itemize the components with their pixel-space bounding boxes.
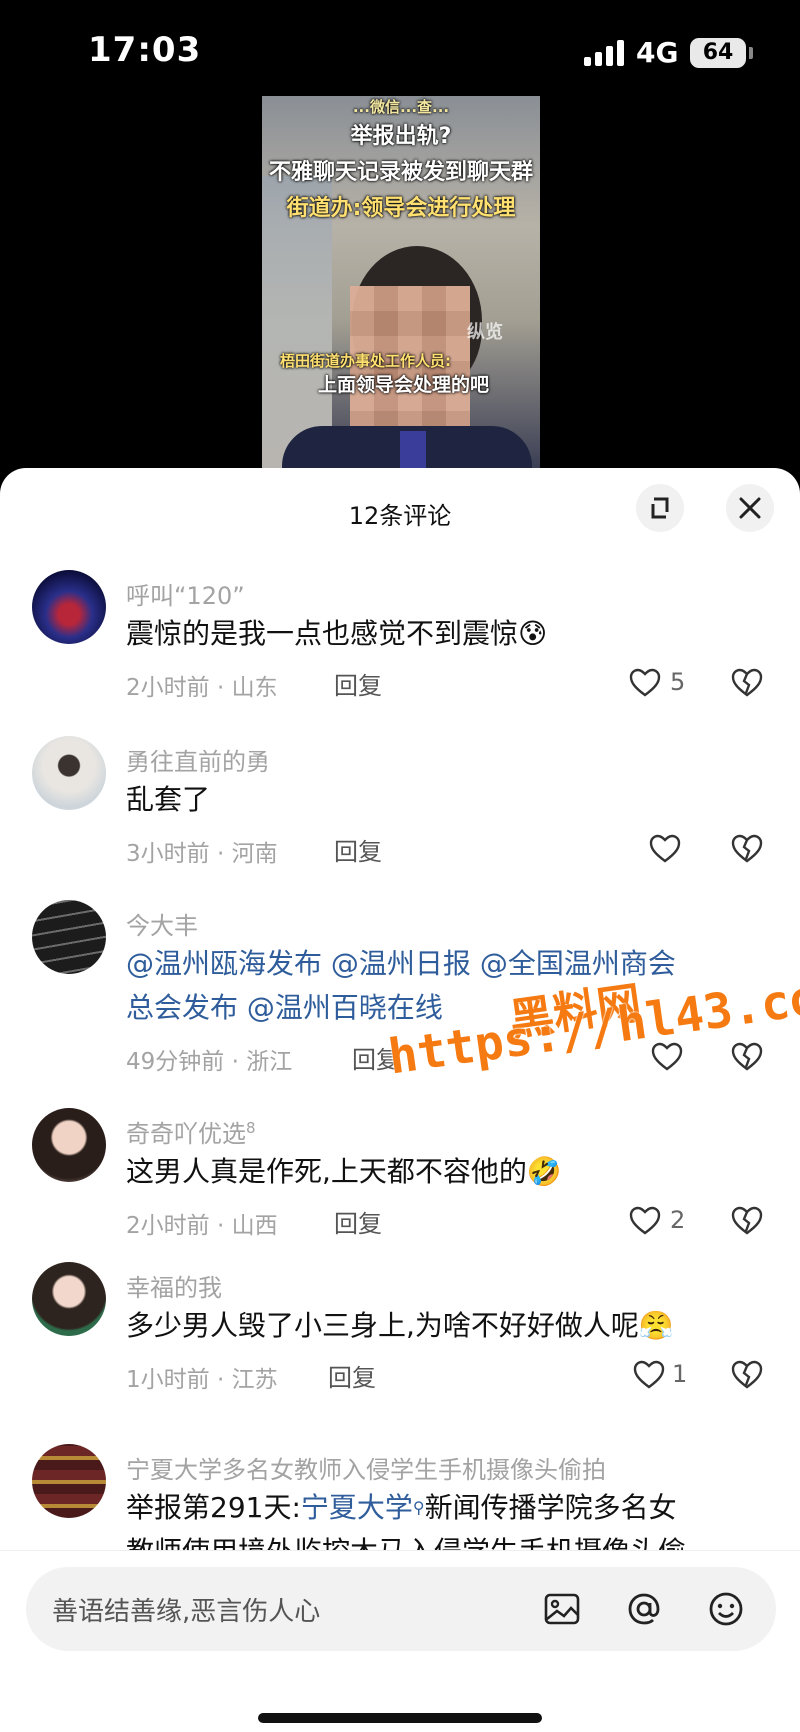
comment-text: 这男人真是作死,上天都不容他的🤣	[126, 1150, 756, 1194]
broken-heart-icon[interactable]	[730, 832, 764, 866]
broken-heart-icon[interactable]	[730, 1040, 764, 1074]
emoji-icon: 🤣	[526, 1155, 562, 1188]
video-caption-line1: 举报出轨?	[350, 124, 452, 149]
battery-tip	[749, 47, 753, 59]
heart-icon[interactable]	[648, 832, 682, 866]
avatar[interactable]	[32, 1444, 106, 1518]
comment-username[interactable]: 奇奇吖优选8	[126, 1114, 256, 1149]
signal-icon	[584, 40, 626, 66]
network-type: 4G	[636, 36, 679, 69]
comment-text: 乱套了	[126, 783, 211, 816]
video-logo: 纵览	[467, 322, 503, 343]
avatar[interactable]	[32, 1108, 106, 1182]
avatar[interactable]	[32, 736, 106, 810]
video-speaker-label: 梧田街道办事处工作人员:	[280, 352, 451, 370]
broken-heart-icon[interactable]	[730, 1358, 764, 1392]
comment-text-body: 多少男人毁了小三身上,为啥不好好做人呢	[126, 1309, 639, 1342]
at-icon[interactable]	[622, 1587, 666, 1631]
comment-meta: 49分钟前 · 浙江	[126, 1049, 293, 1075]
comment-meta: 3小时前 · 河南	[126, 841, 278, 867]
like-count: 1	[672, 1360, 688, 1388]
avatar[interactable]	[32, 900, 106, 974]
video-caption-partial: ...微信...查...	[352, 98, 450, 116]
video-speaker-quote: 上面领导会处理的吧	[318, 374, 490, 396]
heart-icon[interactable]	[632, 1358, 666, 1392]
mention-link[interactable]: @温州瓯海发布	[126, 947, 322, 980]
battery-icon: 64	[690, 38, 746, 68]
heart-icon[interactable]	[628, 666, 662, 700]
comment-input[interactable]: 善语结善缘,恶言伤人心	[26, 1567, 776, 1651]
mention-link[interactable]: @温州百晓在线	[247, 991, 443, 1024]
video-caption-line2: 不雅聊天记录被发到聊天群	[268, 160, 533, 185]
comment-text-body: 新闻传播学院多名女	[424, 1491, 677, 1524]
reply-button[interactable]: 回复	[328, 1358, 376, 1393]
close-button[interactable]	[726, 484, 774, 532]
comment-sheet: 12条评论 呼叫“120” 震惊的是我一点也感觉不到震惊😰 2小时前 · 山东 …	[0, 468, 800, 1732]
user-badge: 8	[246, 1119, 256, 1137]
comment-text-body: 举报第291天:	[126, 1491, 301, 1524]
emoji-icon: 😰	[518, 617, 548, 650]
reply-button[interactable]: 回复	[334, 1204, 382, 1239]
emoji-icon: 😤	[638, 1309, 674, 1342]
close-icon	[739, 497, 761, 519]
comment-username[interactable]: 勇往直前的勇	[126, 742, 270, 777]
comment-username[interactable]: 幸福的我	[126, 1268, 222, 1303]
expand-button[interactable]	[636, 484, 684, 532]
mention-link[interactable]: 总会发布	[126, 991, 238, 1024]
mention-link[interactable]: @温州日报	[331, 947, 471, 980]
comment-username[interactable]: 呼叫“120”	[126, 576, 245, 611]
comment-username[interactable]: 宁夏大学多名女教师入侵学生手机摄像头偷拍	[126, 1450, 606, 1485]
video-player[interactable]: ...微信...查... 举报出轨? 不雅聊天记录被发到聊天群 街道办:领导会进…	[262, 96, 540, 468]
like-count: 2	[670, 1206, 686, 1234]
search-icon: ⚲	[412, 1498, 425, 1517]
like-count: 5	[670, 668, 686, 696]
topic-link[interactable]: 宁夏大学	[301, 1491, 413, 1524]
comment-meta: 2小时前 · 山东	[126, 675, 278, 701]
comment-input-bar: 善语结善缘,恶言伤人心	[0, 1550, 800, 1732]
broken-heart-icon[interactable]	[730, 666, 764, 700]
reply-button[interactable]: 回复	[334, 832, 382, 867]
comment-text: 震惊的是我一点也感觉不到震惊😰	[126, 612, 756, 656]
broken-heart-icon[interactable]	[730, 1204, 764, 1238]
comment-text-body: 震惊的是我一点也感觉不到震惊	[126, 617, 519, 650]
video-caption-line3: 街道办:领导会进行处理	[286, 196, 516, 221]
image-icon[interactable]	[540, 1587, 584, 1631]
input-placeholder: 善语结善缘,恶言伤人心	[52, 1597, 321, 1627]
reply-button[interactable]: 回复	[334, 666, 382, 701]
home-indicator[interactable]	[258, 1713, 542, 1723]
status-time: 17:03	[88, 30, 202, 70]
comment-meta: 2小时前 · 山西	[126, 1213, 278, 1239]
comment-meta: 1小时前 · 江苏	[126, 1367, 278, 1393]
comment-text-body: 这男人真是作死,上天都不容他的	[126, 1155, 527, 1188]
emoji-icon[interactable]	[704, 1587, 748, 1631]
expand-icon	[651, 497, 669, 519]
comment-text: 多少男人毁了小三身上,为啥不好好做人呢😤	[126, 1304, 776, 1348]
avatar[interactable]	[32, 1262, 106, 1336]
avatar[interactable]	[32, 570, 106, 644]
heart-icon[interactable]	[628, 1204, 662, 1238]
username-text[interactable]: 奇奇吖优选	[126, 1120, 246, 1148]
video-person-tie	[400, 431, 426, 468]
status-bar: 17:03 4G 64	[0, 0, 800, 100]
comment-username[interactable]: 今大丰	[126, 906, 198, 941]
